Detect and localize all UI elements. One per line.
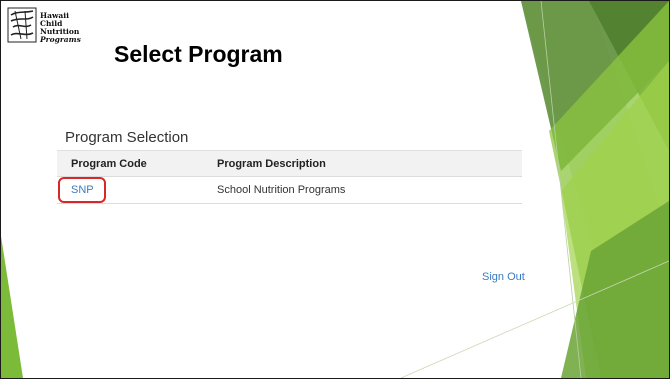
hcnp-logo: Hawaii Child Nutrition Programs [7,7,93,47]
column-header-program-code: Program Code [57,150,203,177]
program-table: Program Code Program Description SNP Sch… [57,150,522,204]
logo-line-4: Programs [40,35,81,44]
sign-out-link[interactable]: Sign Out [482,271,525,283]
leaf-logo-icon [7,7,37,43]
highlight-box [58,177,106,203]
program-description-cell: School Nutrition Programs [203,176,522,204]
program-selection-heading: Program Selection [65,129,189,146]
table-header-row: Program Code Program Description [57,150,522,177]
column-header-program-description: Program Description [203,150,522,177]
slide-frame: Hawaii Child Nutrition Programs Select P… [0,0,670,379]
table-row: SNP School Nutrition Programs [57,176,522,204]
page-title: Select Program [114,41,283,67]
